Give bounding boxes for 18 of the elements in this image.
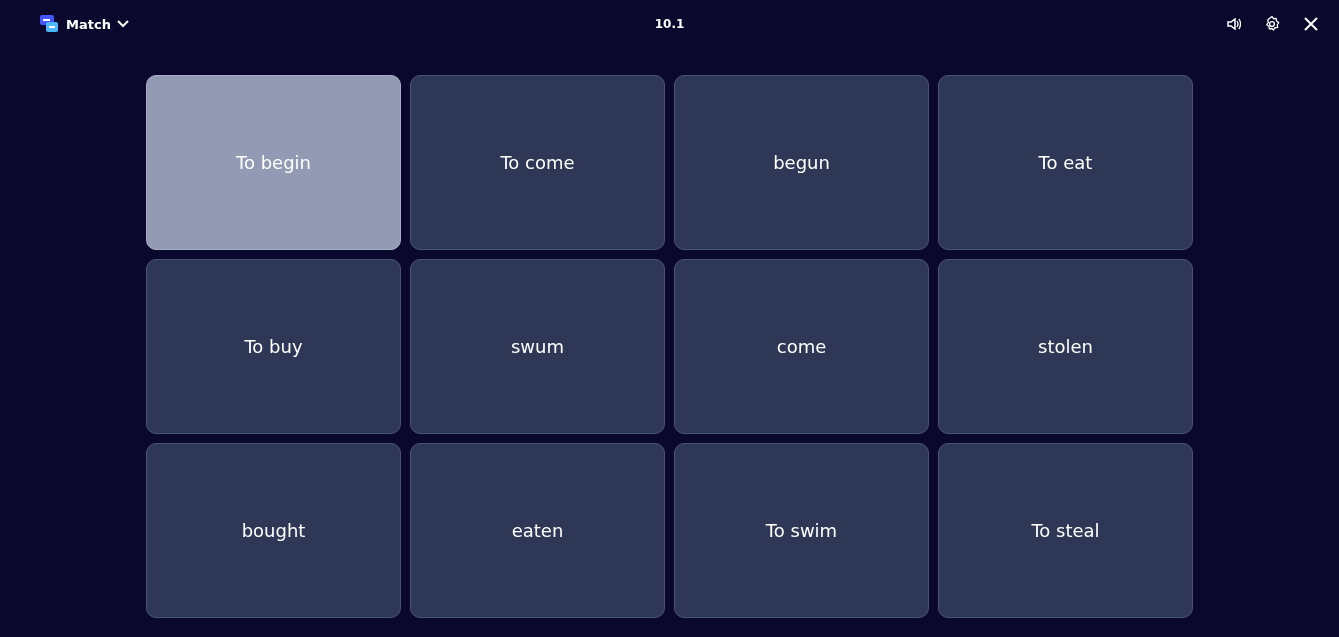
match-card[interactable]: eaten [410, 443, 665, 618]
chevron-down-icon [116, 20, 129, 28]
match-card[interactable]: To eat [938, 75, 1193, 250]
match-card[interactable]: To buy [146, 259, 401, 434]
match-card[interactable]: come [674, 259, 929, 434]
match-card[interactable]: To come [410, 75, 665, 250]
timer: 10.1 [654, 17, 685, 31]
settings-icon[interactable] [1263, 15, 1281, 33]
match-card[interactable]: begun [674, 75, 929, 250]
match-card[interactable]: bought [146, 443, 401, 618]
mode-dropdown[interactable]: Match [38, 13, 131, 35]
speaker-icon[interactable] [1227, 18, 1241, 30]
cards-icon [40, 15, 60, 33]
close-icon[interactable] [1303, 16, 1319, 32]
match-card[interactable]: To steal [938, 443, 1193, 618]
match-card[interactable]: stolen [938, 259, 1193, 434]
match-card[interactable]: swum [410, 259, 665, 434]
match-card[interactable]: To swim [674, 443, 929, 618]
